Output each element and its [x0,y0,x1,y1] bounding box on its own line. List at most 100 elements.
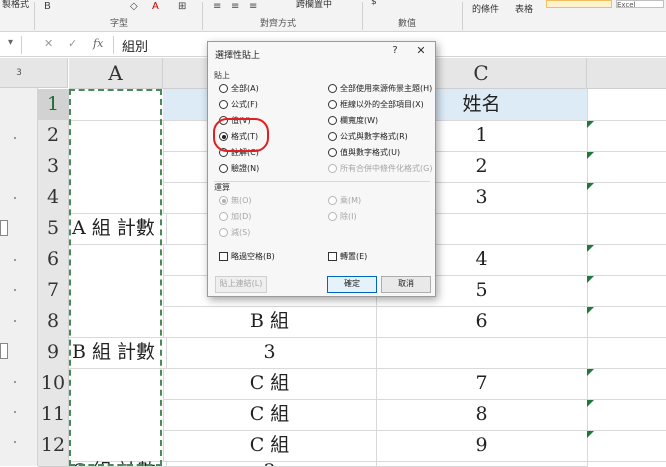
cell-d10[interactable] [587,368,666,400]
row-header[interactable]: 10 [38,368,69,400]
cell-a-group[interactable] [69,368,164,462]
paste-link-button[interactable]: 貼上連結(L) [215,276,267,293]
radio-op-none[interactable]: 無(O) [219,195,252,207]
error-indicator-icon[interactable] [587,152,594,159]
radio-paste-formulas-number-formats[interactable]: 公式與數字格式(R) [328,131,408,143]
cell-c13-partial[interactable] [376,461,588,467]
cell-d7[interactable] [587,275,666,307]
row-header[interactable]: 9 [38,337,69,369]
cell-c10[interactable]: 7 [376,368,588,400]
cell-d8[interactable] [587,306,666,338]
radio-paste-column-widths[interactable]: 欄寬度(W) [328,115,378,127]
align-left-icon[interactable]: ≡ [213,1,221,12]
radio-op-subtract[interactable]: 減(S) [219,227,250,239]
row-header[interactable]: 1 [38,89,69,121]
font-color-icon[interactable]: A [152,1,159,12]
cell-style-sample[interactable]: Excel [616,0,664,8]
cell-d11[interactable] [587,399,666,431]
transpose-checkbox[interactable]: 轉置(E) [328,251,367,263]
align-center-icon[interactable]: ≡ [231,1,239,12]
error-indicator-icon[interactable] [587,276,594,283]
cell-c12[interactable]: 9 [376,430,588,462]
cell-d3[interactable] [587,151,666,183]
row-header[interactable]: 12 [38,430,69,462]
cell-a1[interactable] [69,89,164,121]
cell-d6[interactable] [587,244,666,276]
error-indicator-icon[interactable] [587,400,594,407]
clipboard-format-label[interactable]: 製格式 [2,0,29,10]
select-all-corner[interactable] [38,58,68,88]
close-icon[interactable]: ✕ [414,44,428,57]
cell-d4[interactable] [587,182,666,214]
error-indicator-icon[interactable] [587,245,594,252]
cell-a5[interactable]: A 組 計數 [69,213,167,245]
cell-d2[interactable] [587,120,666,152]
radio-op-divide[interactable]: 除(I) [328,211,357,223]
cell-b8[interactable]: B 組 [163,306,377,338]
cancel-button[interactable]: 取消 [381,276,431,293]
row-header[interactable]: 8 [38,306,69,338]
radio-op-multiply[interactable]: 乘(M) [328,195,361,207]
radio-paste-formats[interactable]: 格式(T) [219,131,258,143]
radio-paste-all-theme[interactable]: 全部使用來源佈景主題(H) [328,83,432,95]
cell-b9[interactable]: 3 [163,337,377,369]
cell-a-group[interactable] [69,120,164,214]
row-header[interactable]: 3 [38,151,69,183]
cell-c9[interactable] [376,337,588,369]
cell-style-swatch[interactable] [546,0,612,8]
radio-op-add[interactable]: 加(D) [219,211,251,223]
error-indicator-icon[interactable] [587,369,594,376]
currency-button[interactable]: $ [371,0,377,7]
error-indicator-icon[interactable] [587,183,594,190]
radio-paste-merge-conditional[interactable]: 所有合併中條件化格式(G) [328,163,432,175]
cell-a-group[interactable] [69,244,164,338]
name-box-dropdown-icon[interactable]: ▾ [8,37,13,48]
radio-paste-values[interactable]: 值(V) [219,115,251,127]
row-header[interactable]: 7 [38,275,69,307]
radio-paste-values-number-formats[interactable]: 值與數字格式(U) [328,147,400,159]
row-header-partial[interactable] [38,461,69,467]
cell-d1[interactable] [587,89,666,121]
radio-paste-all[interactable]: 全部(A) [219,83,259,95]
outline-collapse-icon[interactable] [0,220,8,236]
cell-d5[interactable] [587,213,666,245]
outline-collapse-icon[interactable] [0,343,8,359]
outline-level-button[interactable]: 3 [0,58,38,88]
error-indicator-icon[interactable] [587,307,594,314]
row-header[interactable]: 5 [38,213,69,245]
column-header-d[interactable] [587,58,666,89]
fill-color-icon[interactable]: ◇ [130,1,138,12]
radio-paste-validation[interactable]: 驗證(N) [219,163,259,175]
cell-d12[interactable] [587,430,666,462]
cell-b11[interactable]: C 組 [163,399,377,431]
ok-button[interactable]: 確定 [327,276,377,293]
cell-a13-partial[interactable]: C 組 計數 [69,461,167,467]
row-header[interactable]: 4 [38,182,69,214]
radio-paste-comments[interactable]: 註解(C) [219,147,259,159]
column-header-a[interactable]: A [69,58,163,89]
radio-paste-formulas[interactable]: 公式(F) [219,99,258,111]
radio-paste-all-except-borders[interactable]: 框線以外的全部項目(X) [328,99,424,111]
cell-b13-partial[interactable]: 3 [163,461,377,467]
confirm-entry-icon[interactable]: ✓ [68,37,77,50]
conditional-format-button[interactable]: 的條件 [472,2,499,15]
row-header[interactable]: 2 [38,120,69,152]
skip-blanks-checkbox[interactable]: 略過空格(B) [219,251,275,263]
cell-b10[interactable]: C 組 [163,368,377,400]
formula-input[interactable]: 組別 [122,36,148,55]
merge-center-button[interactable]: 跨欄置中 [296,0,332,10]
help-icon[interactable]: ? [388,45,402,56]
cell-c11[interactable]: 8 [376,399,588,431]
cell-a9[interactable]: B 組 計數 [69,337,167,369]
row-header[interactable]: 11 [38,399,69,431]
error-indicator-icon[interactable] [587,121,594,128]
bold-icon[interactable]: B [44,1,51,12]
error-indicator-icon[interactable] [587,431,594,438]
format-as-table-button[interactable]: 表格 [515,2,533,15]
align-right-icon[interactable]: ≡ [249,1,257,12]
insert-function-icon[interactable]: fx [93,37,103,50]
cell-b12[interactable]: C 組 [163,430,377,462]
row-header[interactable]: 6 [38,244,69,276]
cell-d9[interactable] [587,337,666,369]
borders-icon[interactable]: ⊞ [178,1,186,12]
